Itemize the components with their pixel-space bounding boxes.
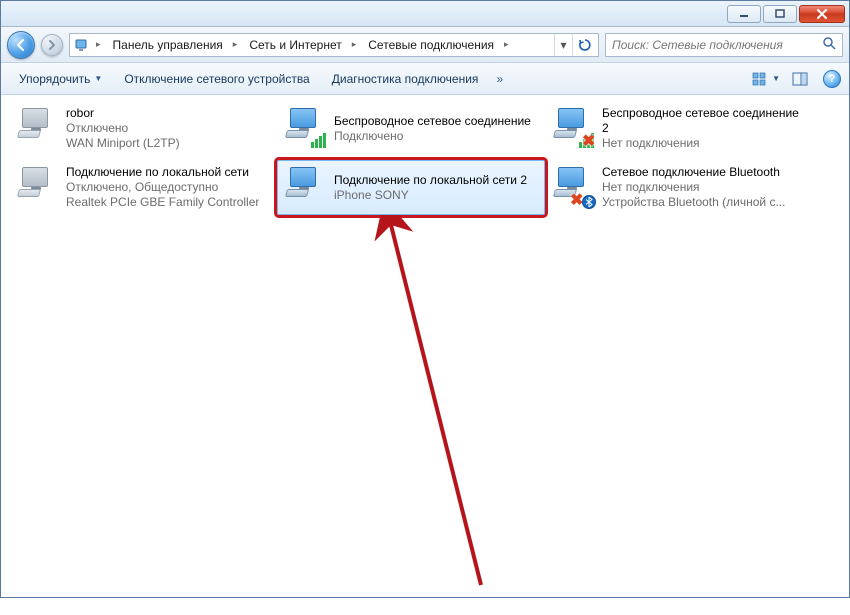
connection-title: Подключение по локальной сети xyxy=(66,165,259,180)
connection-device: Realtek PCIe GBE Family Controller xyxy=(66,195,259,210)
back-button[interactable] xyxy=(7,31,35,59)
command-toolbar: Упорядочить ▼ Отключение сетевого устрой… xyxy=(1,63,849,95)
breadcrumb-label: Панель управления xyxy=(113,38,223,52)
connection-item[interactable]: ✖ Беспроводное сетевое соединение 2 Нет … xyxy=(545,101,813,156)
refresh-button[interactable] xyxy=(572,34,596,56)
connection-title: Беспроводное сетевое соединение xyxy=(334,114,531,129)
toolbar-label: Упорядочить xyxy=(19,72,90,86)
connection-item[interactable]: Беспроводное сетевое соединение Подключе… xyxy=(277,101,545,156)
search-box[interactable] xyxy=(605,33,843,57)
toolbar-label: Отключение сетевого устройства xyxy=(124,72,309,86)
network-icon: ✖ xyxy=(552,106,594,148)
connection-status: Нет подключения xyxy=(602,180,785,195)
search-icon[interactable] xyxy=(822,36,836,53)
location-icon xyxy=(72,37,90,53)
minimize-button[interactable] xyxy=(727,5,761,23)
breadcrumb-network-connections[interactable]: Сетевые подключения xyxy=(362,34,498,56)
bluetooth-icon xyxy=(582,195,596,209)
toolbar-label: Диагностика подключения xyxy=(332,72,479,86)
organize-menu[interactable]: Упорядочить ▼ xyxy=(9,68,112,90)
network-icon xyxy=(16,106,58,148)
connection-title: Подключение по локальной сети 2 xyxy=(334,173,527,188)
connection-device: WAN Miniport (L2TP) xyxy=(66,136,180,151)
connection-item-selected[interactable]: Подключение по локальной сети 2 iPhone S… xyxy=(277,160,545,215)
maximize-button[interactable] xyxy=(763,5,797,23)
signal-bars-icon xyxy=(311,133,326,148)
breadcrumb-label: Сетевые подключения xyxy=(368,38,494,52)
connection-item[interactable]: ✖ Сетевое подключение Bluetooth Нет подк… xyxy=(545,160,813,215)
chevron-right-icon[interactable]: ▸ xyxy=(92,34,105,56)
connection-status: Подключено xyxy=(334,129,531,144)
chevron-down-icon: ▼ xyxy=(772,74,780,83)
connections-area: robor Отключено WAN Miniport (L2TP) Бесп… xyxy=(1,95,849,597)
network-icon xyxy=(284,165,326,207)
address-bar[interactable]: ▸ Панель управления ▸ Сеть и Интернет ▸ … xyxy=(69,33,599,57)
toolbar-overflow[interactable]: » xyxy=(490,68,509,90)
breadcrumb-network-internet[interactable]: Сеть и Интернет xyxy=(243,34,345,56)
connection-title: Беспроводное сетевое соединение 2 xyxy=(602,106,806,136)
forward-button[interactable] xyxy=(41,34,63,56)
chevron-right-icon[interactable]: ▸ xyxy=(348,34,361,56)
disable-device-button[interactable]: Отключение сетевого устройства xyxy=(114,68,319,90)
connection-item[interactable]: robor Отключено WAN Miniport (L2TP) xyxy=(9,101,277,156)
diagnose-connection-button[interactable]: Диагностика подключения xyxy=(322,68,489,90)
address-dropdown[interactable]: ▾ xyxy=(554,34,572,56)
titlebar xyxy=(1,1,849,27)
chevron-right-icon[interactable]: ▸ xyxy=(500,34,513,56)
help-button[interactable]: ? xyxy=(823,70,841,88)
breadcrumb-label: Сеть и Интернет xyxy=(249,38,341,52)
search-input[interactable] xyxy=(612,38,822,52)
error-cross-icon: ✖ xyxy=(582,136,596,150)
chevron-right-icon[interactable]: ▸ xyxy=(229,34,242,56)
connection-title: robor xyxy=(66,106,180,121)
tiles-icon xyxy=(752,72,766,86)
network-icon xyxy=(284,106,326,148)
network-icon: ✖ xyxy=(552,165,594,207)
connection-status: Нет подключения xyxy=(602,136,806,151)
connection-title: Сетевое подключение Bluetooth xyxy=(602,165,785,180)
connection-device: Устройства Bluetooth (личной с... xyxy=(602,195,785,210)
view-options-button[interactable]: ▼ xyxy=(747,68,785,90)
preview-pane-icon xyxy=(792,72,808,86)
connection-status: Отключено, Общедоступно xyxy=(66,180,259,195)
chevron-down-icon: ▼ xyxy=(94,74,102,83)
connection-device: iPhone SONY xyxy=(334,188,527,203)
close-button[interactable] xyxy=(799,5,845,23)
connection-status: Отключено xyxy=(66,121,180,136)
connection-item[interactable]: Подключение по локальной сети Отключено,… xyxy=(9,160,277,215)
nav-row: ▸ Панель управления ▸ Сеть и Интернет ▸ … xyxy=(1,27,849,63)
annotation-arrow xyxy=(331,215,531,615)
preview-pane-button[interactable] xyxy=(787,68,813,90)
breadcrumb-control-panel[interactable]: Панель управления xyxy=(107,34,227,56)
network-icon xyxy=(16,165,58,207)
